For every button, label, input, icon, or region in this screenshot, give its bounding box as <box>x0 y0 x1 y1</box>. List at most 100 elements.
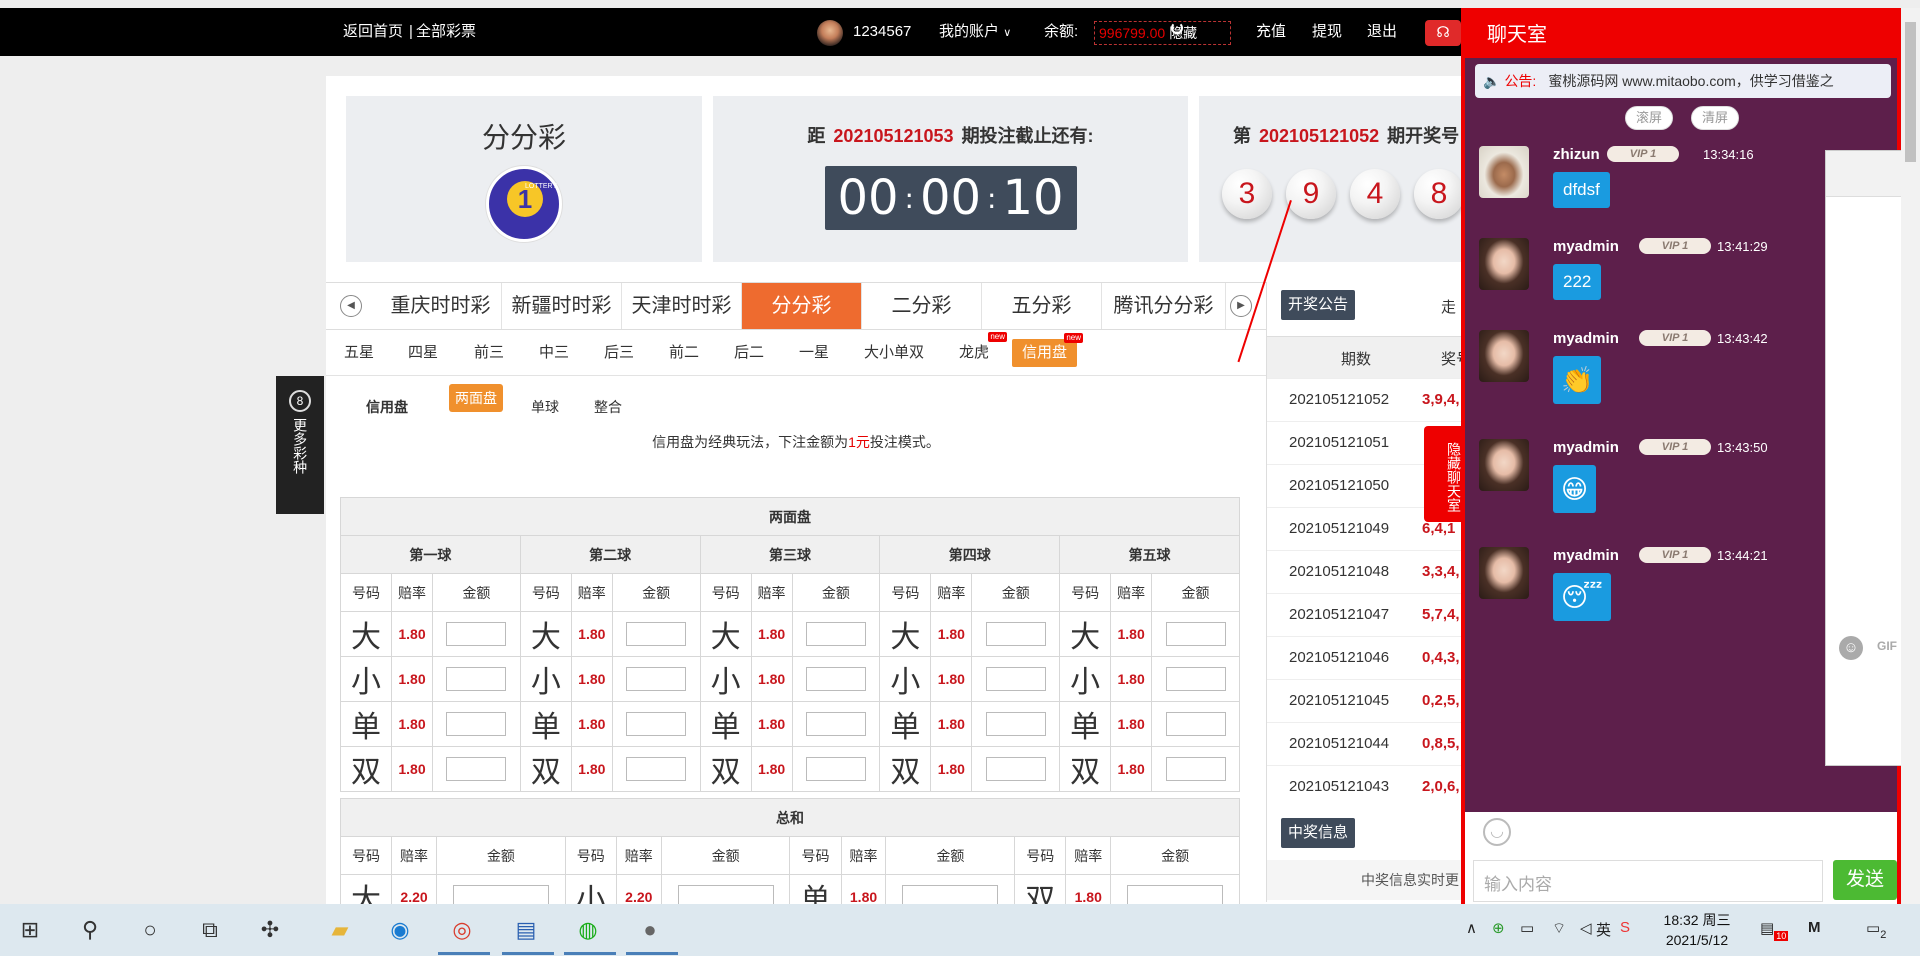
subtab[interactable]: 前二 <box>669 330 699 376</box>
amount-input[interactable] <box>626 622 687 646</box>
task-view-icon[interactable]: ⧉ <box>196 916 224 944</box>
amount-cell <box>971 611 1061 657</box>
amount-input[interactable] <box>985 757 1046 781</box>
subtab[interactable]: 后二 <box>734 330 764 376</box>
amount-input[interactable] <box>1165 712 1226 736</box>
amount-input[interactable] <box>985 712 1046 736</box>
tab-xjssc[interactable]: 新疆时时彩 <box>502 283 622 329</box>
chat-avatar[interactable] <box>1479 238 1529 290</box>
amount-input[interactable] <box>985 622 1046 646</box>
amount-input[interactable] <box>805 667 866 691</box>
amount-input[interactable] <box>805 757 866 781</box>
headset-icon[interactable]: ☊ <box>1425 20 1461 46</box>
cortana-icon[interactable]: ○ <box>136 916 164 944</box>
ime-indicator[interactable]: 英 <box>1596 919 1611 940</box>
odds-value: 1.80 <box>750 611 793 657</box>
scroll-screen-button[interactable]: 滚屏 <box>1625 106 1674 130</box>
subtab[interactable]: 前三 <box>474 330 504 376</box>
home-link[interactable]: 返回首页 <box>343 8 403 56</box>
tab-tjssc[interactable]: 天津时时彩 <box>622 283 742 329</box>
pinwheel-app-icon[interactable]: ✣ <box>256 916 284 944</box>
antivirus-icon[interactable]: S <box>1620 919 1630 936</box>
amount-input[interactable] <box>446 667 507 691</box>
notification-icon[interactable]: ▭2 <box>1866 919 1886 941</box>
tray-expand-icon[interactable]: ∧ <box>1466 919 1477 937</box>
scroll-thumb[interactable] <box>1905 22 1916 162</box>
windows-start-icon[interactable]: ⊞ <box>16 916 44 944</box>
chat-input[interactable]: 输入内容 <box>1473 860 1823 902</box>
gif-button[interactable]: GIF <box>1875 639 1899 653</box>
tab-ffc[interactable]: 分分彩 <box>742 283 862 329</box>
amount-input[interactable] <box>626 712 687 736</box>
amount-input[interactable] <box>626 667 687 691</box>
tab-wfc[interactable]: 五分彩 <box>982 283 1102 329</box>
logout-link[interactable]: 退出 <box>1367 8 1397 56</box>
clock[interactable]: 18:32 周三 2021/5/12 <box>1657 910 1737 950</box>
subtab-longhu[interactable]: 龙虎 new <box>959 330 1008 376</box>
trend-link[interactable]: 走 <box>1441 296 1456 317</box>
play-tab-combined[interactable]: 整合 <box>594 397 622 417</box>
chrome-icon[interactable]: ◎ <box>448 916 476 944</box>
chat-avatar[interactable] <box>1479 146 1529 198</box>
wechat-icon[interactable]: ◍ <box>574 916 602 944</box>
subtab[interactable]: 五星 <box>344 330 374 376</box>
amount-input[interactable] <box>1165 757 1226 781</box>
subtab[interactable]: 四星 <box>408 330 438 376</box>
subtab[interactable]: 中三 <box>539 330 569 376</box>
chat-time: 13:41:29 <box>1717 239 1768 254</box>
amount-input[interactable] <box>805 712 866 736</box>
recharge-link[interactable]: 充值 <box>1256 8 1286 56</box>
play-tab-single-ball[interactable]: 单球 <box>531 397 559 417</box>
chat-avatar[interactable] <box>1479 330 1529 382</box>
chat-avatar[interactable] <box>1479 547 1529 599</box>
tab-cqssc[interactable]: 重庆时时彩 <box>380 283 502 329</box>
smiley-icon[interactable]: ◡ <box>1483 818 1511 846</box>
play-tab-two-sided[interactable]: 两面盘 <box>449 384 503 412</box>
volume-icon[interactable]: ◁ <box>1580 919 1592 937</box>
emoji-icon[interactable]: ☺ <box>1839 636 1863 660</box>
clear-screen-button[interactable]: 清屏 <box>1691 106 1740 130</box>
user-avatar[interactable] <box>817 20 843 46</box>
network-app-icon[interactable]: ▤ <box>512 916 540 944</box>
more-lotteries-panel[interactable]: 8 更多彩种 <box>276 376 324 514</box>
bet-label: 双 <box>699 746 752 792</box>
app-icon[interactable]: ● <box>636 916 664 944</box>
amount-input[interactable] <box>446 757 507 781</box>
wifi-icon[interactable]: ⌔ <box>1552 919 1566 938</box>
subtab[interactable]: 一星 <box>799 330 829 376</box>
tray-app-icon[interactable]: ⊕ <box>1492 919 1505 937</box>
amount-input[interactable] <box>446 712 507 736</box>
file-explorer-icon[interactable]: ▰ <box>326 916 354 944</box>
tab-txffc[interactable]: 腾讯分分彩 <box>1102 283 1226 329</box>
tab-prev-icon[interactable]: ◀ <box>340 295 362 317</box>
withdraw-link[interactable]: 提现 <box>1312 8 1342 56</box>
hide-chat-button[interactable]: 隐藏聊天室 <box>1424 426 1462 522</box>
countdown-card: 距 202105121053 期投注截止还有: 00:00:10 <box>713 96 1188 262</box>
subtab-xinyong[interactable]: 信用盘 new <box>1012 333 1084 367</box>
tab-next-icon[interactable]: ▶ <box>1230 295 1252 317</box>
mail-app-icon[interactable]: M <box>1808 919 1821 936</box>
bet-label: 小 <box>519 656 572 702</box>
amount-input[interactable] <box>985 667 1046 691</box>
odds-value: 1.80 <box>391 656 433 702</box>
all-lottery-link[interactable]: 全部彩票 <box>416 8 476 56</box>
page-scrollbar[interactable] <box>1901 8 1920 904</box>
subtab[interactable]: 后三 <box>604 330 634 376</box>
chat-avatar[interactable] <box>1479 439 1529 491</box>
notes-icon[interactable]: ▤ 10 <box>1760 919 1789 941</box>
draw-notice-button[interactable]: 开奖公告 <box>1281 290 1356 320</box>
winner-info-button[interactable]: 中奖信息 <box>1281 818 1356 848</box>
my-account-menu[interactable]: 我的账户 ∨ <box>939 8 1011 57</box>
amount-input[interactable] <box>1165 622 1226 646</box>
tab-efc[interactable]: 二分彩 <box>862 283 982 329</box>
edge-icon[interactable]: ◉ <box>386 916 414 944</box>
amount-input[interactable] <box>446 622 507 646</box>
send-button[interactable]: 发送 <box>1833 860 1897 900</box>
amount-input[interactable] <box>1165 667 1226 691</box>
draw-ball: 9 <box>1286 169 1336 219</box>
amount-input[interactable] <box>626 757 687 781</box>
search-icon[interactable]: ⚲ <box>76 916 104 944</box>
battery-icon[interactable]: ▭ <box>1520 919 1534 937</box>
subtab[interactable]: 大小单双 <box>864 330 924 376</box>
amount-input[interactable] <box>805 622 866 646</box>
